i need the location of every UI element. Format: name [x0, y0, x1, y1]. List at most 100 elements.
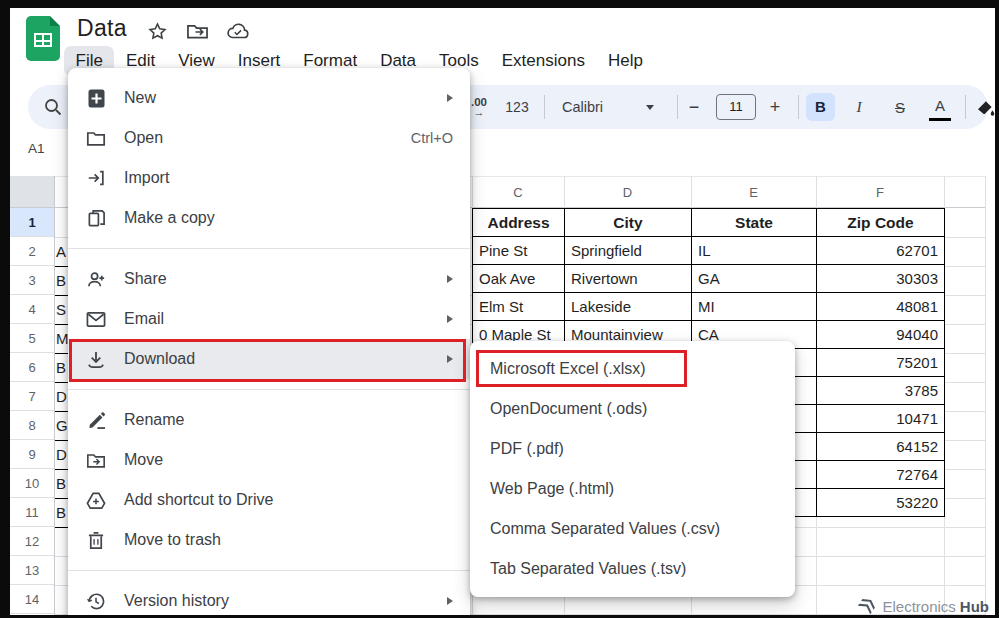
row-header-3[interactable]: 3 [10, 266, 54, 295]
pencil-icon [85, 409, 107, 431]
cell-zip[interactable]: 75201 [817, 349, 945, 377]
name-box[interactable]: A1 [28, 141, 45, 156]
table-header-cell[interactable]: Zip Code [817, 209, 945, 237]
cell-city[interactable]: Rivertown [565, 265, 692, 293]
font-size-input[interactable]: 11 [716, 94, 756, 120]
strikethrough-button[interactable]: S [889, 85, 911, 129]
download-highlight-box [69, 339, 466, 382]
cell-zip[interactable]: 64152 [817, 433, 945, 461]
download-item-web-page-html[interactable]: Web Page (.html) [470, 469, 795, 509]
row-header-5[interactable]: 5 [10, 324, 54, 353]
row-header-1[interactable]: 1 [10, 208, 54, 237]
cell-fragment: B [55, 469, 68, 498]
google-sheets-logo[interactable] [26, 16, 60, 61]
move-folder-icon[interactable] [186, 21, 209, 42]
select-all-corner[interactable] [10, 176, 55, 208]
file-menu-item-move[interactable]: Move [68, 440, 470, 480]
document-title[interactable]: Data [77, 15, 127, 42]
bold-button[interactable]: B [806, 93, 835, 121]
column-header-F[interactable]: F [816, 177, 944, 208]
row-header-14[interactable]: 14 [10, 585, 54, 614]
row-header-15[interactable]: 15 [10, 614, 54, 615]
cell-zip[interactable]: 62701 [817, 237, 945, 265]
cell-address[interactable]: Oak Ave [473, 265, 565, 293]
watermark-text: Electronics [882, 598, 955, 615]
file-menu-item-email[interactable]: Email [68, 299, 470, 339]
cell-state[interactable]: IL [692, 237, 817, 265]
table-header-cell[interactable]: Address [473, 209, 565, 237]
increase-font-size-button[interactable]: + [764, 85, 786, 129]
cell-city[interactable]: Lakeside [565, 293, 692, 321]
file-menu-item-import[interactable]: Import [68, 158, 470, 198]
menu-item-label: New [124, 89, 156, 107]
file-menu-item-new[interactable]: New [68, 78, 470, 118]
column-header-E[interactable]: E [691, 177, 816, 208]
decrease-font-size-button[interactable]: − [683, 85, 705, 129]
cell-zip[interactable]: 30303 [817, 265, 945, 293]
menu-item-label: PDF (.pdf) [490, 440, 564, 458]
row-header-13[interactable]: 13 [10, 556, 54, 585]
submenu-arrow-icon [447, 597, 453, 605]
cell-zip[interactable]: 10471 [817, 405, 945, 433]
row-header-8[interactable]: 8 [10, 411, 54, 440]
cell-fragment: D [55, 440, 68, 469]
cell-address[interactable]: Elm St [473, 293, 565, 321]
download-item-tab-separated-values-tsv[interactable]: Tab Separated Values (.tsv) [470, 549, 795, 589]
row-header-12[interactable]: 12 [10, 527, 54, 556]
menu-item-label: Rename [124, 411, 184, 429]
more-formats-button[interactable]: 123 [501, 85, 533, 129]
cell-zip[interactable]: 94040 [817, 321, 945, 349]
submenu-arrow-icon [447, 275, 453, 283]
row-header-10[interactable]: 10 [10, 469, 54, 498]
star-icon[interactable] [147, 21, 168, 42]
menu-extensions[interactable]: Extensions [490, 46, 596, 76]
cell-fragment: G [55, 411, 68, 440]
menu-item-label: Comma Separated Values (.csv) [490, 520, 720, 538]
menu-item-label: Share [124, 270, 167, 288]
cell-fragment: B [55, 498, 68, 527]
download-item-pdf-pdf[interactable]: PDF (.pdf) [470, 429, 795, 469]
italic-button[interactable]: I [848, 85, 870, 129]
row-header-6[interactable]: 6 [10, 353, 54, 382]
row-header-11[interactable]: 11 [10, 498, 54, 527]
cell-zip[interactable]: 3785 [817, 377, 945, 405]
table-header-cell[interactable]: State [692, 209, 817, 237]
cell-state[interactable]: GA [692, 265, 817, 293]
row-header-7[interactable]: 7 [10, 382, 54, 411]
column-header-D[interactable]: D [564, 177, 691, 208]
font-family-select[interactable]: Calibri [562, 85, 624, 129]
menu-help[interactable]: Help [596, 46, 654, 76]
cell-zip[interactable]: 72764 [817, 461, 945, 489]
folder-open-icon [85, 127, 107, 149]
text-color-button[interactable]: A [929, 93, 951, 121]
download-item-comma-separated-values-csv[interactable]: Comma Separated Values (.csv) [470, 509, 795, 549]
search-icon[interactable] [38, 85, 68, 129]
column-header-C[interactable]: C [472, 177, 564, 208]
file-menu-item-share[interactable]: Share [68, 259, 470, 299]
cell-zip[interactable]: 48081 [817, 293, 945, 321]
row-header-4[interactable]: 4 [10, 295, 54, 324]
file-menu-item-make-a-copy[interactable]: Make a copy [68, 198, 470, 238]
row-header-2[interactable]: 2 [10, 237, 54, 266]
excel-highlight-box [476, 350, 687, 387]
copy-icon [85, 207, 107, 229]
download-item-opendocument-ods[interactable]: OpenDocument (.ods) [470, 389, 795, 429]
file-menu-item-rename[interactable]: Rename [68, 400, 470, 440]
file-menu-item-version-history[interactable]: Version history [68, 581, 470, 615]
cell-state[interactable]: MI [692, 293, 817, 321]
cell-city[interactable]: Springfield [565, 237, 692, 265]
font-dropdown-icon[interactable] [643, 85, 657, 129]
table-header-cell[interactable]: City [565, 209, 692, 237]
file-menu-item-move-to-trash[interactable]: Move to trash [68, 520, 470, 560]
menu-item-label: Move to trash [124, 531, 221, 549]
row-header-9[interactable]: 9 [10, 440, 54, 469]
table-border [55, 527, 68, 528]
cell-fragment: D [55, 382, 68, 411]
cell-zip[interactable]: 53220 [817, 489, 945, 517]
file-menu-item-add-shortcut-to-drive[interactable]: Add shortcut to Drive [68, 480, 470, 520]
table-row: Pine StSpringfieldIL62701 [473, 237, 945, 265]
cell-address[interactable]: Pine St [473, 237, 565, 265]
gridline [985, 176, 986, 615]
file-menu-item-open[interactable]: OpenCtrl+O [68, 118, 470, 158]
fill-color-icon[interactable] [973, 85, 995, 129]
